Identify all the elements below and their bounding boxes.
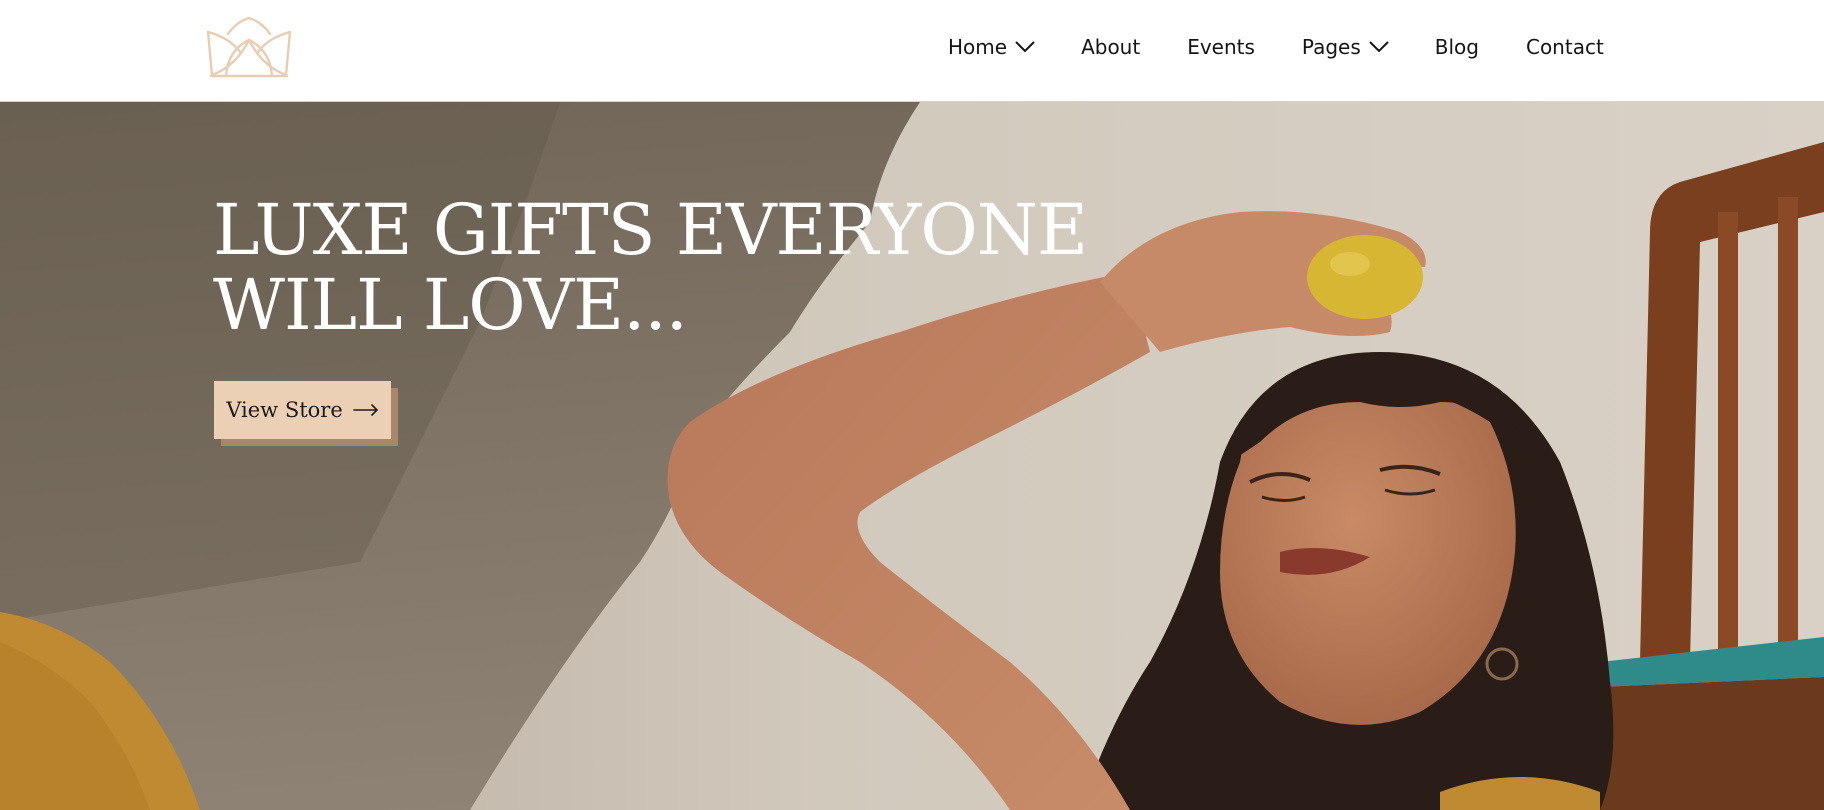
hero-banner: LUXE GIFTS EVERYONE WILL LOVE... View St… [0, 102, 1824, 810]
nav-item-label: Contact [1525, 35, 1604, 59]
site-header: Home About Events Pages Blog Contact [0, 0, 1824, 102]
hero-title-line-2: WILL LOVE... [213, 264, 688, 346]
nav-item-label: About [1081, 35, 1141, 59]
view-store-label: View Store [226, 398, 343, 422]
nav-item-label: Blog [1434, 35, 1479, 59]
chevron-down-icon [1015, 41, 1035, 53]
arrow-right-icon [352, 404, 379, 416]
nav-item-events[interactable]: Events [1187, 35, 1255, 59]
main-nav: Home About Events Pages Blog Contact [948, 32, 1604, 62]
nav-item-home[interactable]: Home [948, 35, 1035, 59]
logo[interactable] [206, 16, 292, 80]
nav-item-about[interactable]: About [1081, 35, 1140, 59]
view-store-button[interactable]: View Store [214, 381, 391, 439]
nav-item-label: Pages [1301, 35, 1361, 59]
chevron-down-icon [1369, 41, 1389, 53]
cta-wrap: View Store [214, 381, 398, 447]
nav-item-pages[interactable]: Pages [1302, 35, 1389, 59]
hero-title-line-1: LUXE GIFTS EVERYONE [213, 189, 1088, 271]
lotus-icon [206, 16, 292, 78]
hero-title: LUXE GIFTS EVERYONE WILL LOVE... [213, 193, 1113, 343]
nav-item-blog[interactable]: Blog [1435, 35, 1479, 59]
nav-item-contact[interactable]: Contact [1526, 35, 1604, 59]
nav-item-label: Home [948, 35, 1008, 59]
nav-item-label: Events [1187, 35, 1255, 59]
